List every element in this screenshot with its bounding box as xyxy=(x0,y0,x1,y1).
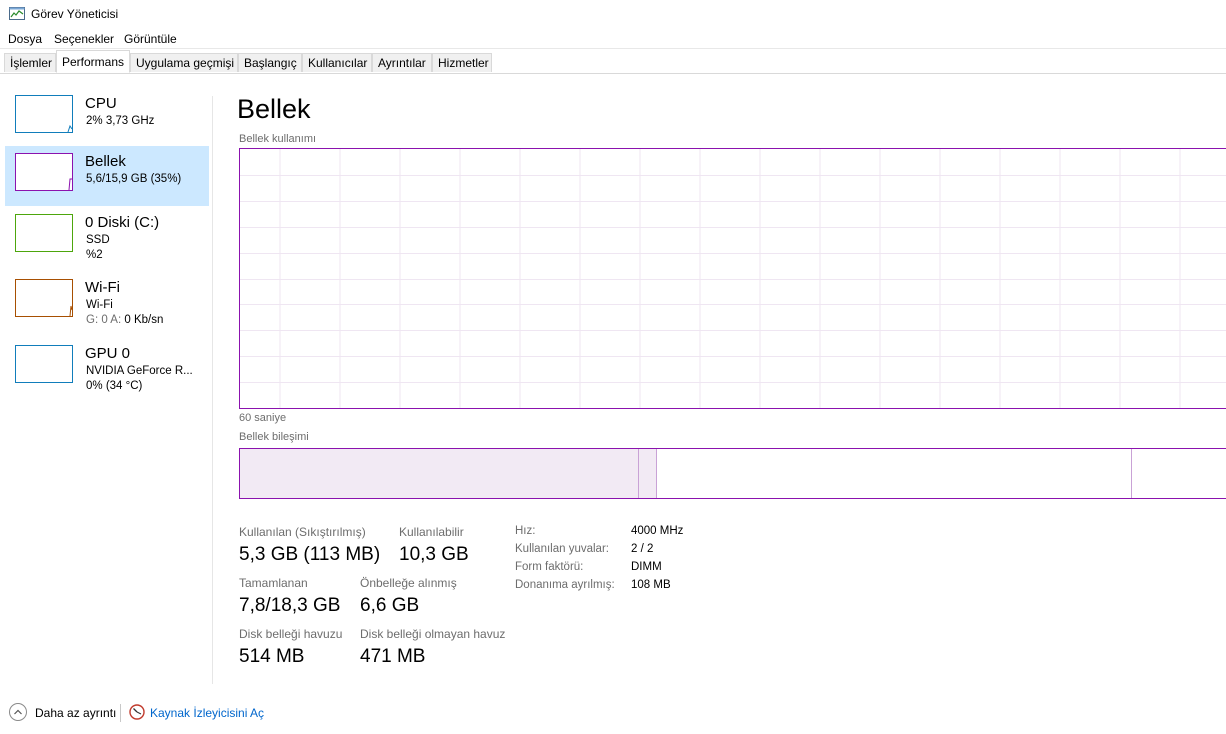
resource-usage: %2 xyxy=(86,249,103,261)
committed-label: Tamamlanan xyxy=(239,576,308,590)
resource-monitor-icon[interactable] xyxy=(129,704,145,720)
tab-details[interactable]: Ayrıntılar xyxy=(372,53,432,72)
tab-app-history[interactable]: Uygulama geçmişi xyxy=(130,53,238,72)
available-label: Kullanılabilir xyxy=(399,525,464,539)
memory-composition-bar xyxy=(239,448,1226,499)
cpu-thumbnail xyxy=(15,95,73,133)
paged-pool-label: Disk belleği havuzu xyxy=(239,627,343,641)
open-resource-monitor-link[interactable]: Kaynak İzleyicisini Aç xyxy=(150,706,264,720)
tab-processes[interactable]: İşlemler xyxy=(4,53,56,72)
composition-in-use[interactable] xyxy=(240,449,639,498)
tab-bar: İşlemler Performans Uygulama geçmişi Baş… xyxy=(0,50,1226,74)
hardware-reserved-value: 108 MB xyxy=(631,579,671,591)
tab-performance[interactable]: Performans xyxy=(56,50,130,73)
speed-value: 4000 MHz xyxy=(631,525,684,537)
paged-pool-value: 514 MB xyxy=(239,646,305,667)
resource-usage: 0% (34 °C) xyxy=(86,380,143,392)
wifi-throughput: 0 Kb/sn xyxy=(124,314,164,326)
tab-users[interactable]: Kullanıcılar xyxy=(302,53,372,72)
task-manager-icon xyxy=(9,7,25,20)
resource-item-cpu[interactable]: CPU 2% 3,73 GHz xyxy=(5,88,209,148)
resource-name: Wi-Fi xyxy=(85,279,120,296)
graph-label: Bellek kullanımı xyxy=(239,133,317,145)
resource-list: CPU 2% 3,73 GHz Bellek 5,6/15,9 GB (35%)… xyxy=(0,88,212,684)
resource-usage: 5,6/15,9 GB (35%) xyxy=(86,173,182,185)
hardware-reserved-label: Donanıma ayrılmış: xyxy=(515,579,615,591)
resource-item-gpu[interactable]: GPU 0 NVIDIA GeForce R... 0% (34 °C) xyxy=(5,338,209,398)
resource-item-disk[interactable]: 0 Diski (C:) SSD %2 xyxy=(5,207,209,267)
composition-free[interactable] xyxy=(1132,449,1226,498)
slots-label: Kullanılan yuvalar: xyxy=(515,543,609,555)
menu-view[interactable]: Görüntüle xyxy=(124,32,177,46)
page-title: Bellek xyxy=(237,94,311,124)
title-bar: Görev Yöneticisi xyxy=(0,0,1226,28)
form-factor-label: Form faktörü: xyxy=(515,561,584,573)
graph-grid xyxy=(240,149,1226,408)
tab-services[interactable]: Hizmetler xyxy=(432,53,492,72)
menu-file[interactable]: Dosya xyxy=(8,32,42,46)
resource-type: SSD xyxy=(86,234,110,246)
cached-value: 6,6 GB xyxy=(360,595,420,616)
resource-usage: 2% 3,73 GHz xyxy=(86,115,155,127)
resource-model: NVIDIA GeForce R... xyxy=(86,365,193,377)
resource-item-memory[interactable]: Bellek 5,6/15,9 GB (35%) xyxy=(5,146,209,206)
tab-startup[interactable]: Başlangıç xyxy=(238,53,302,72)
window-title: Görev Yöneticisi xyxy=(31,7,119,21)
composition-modified[interactable] xyxy=(639,449,657,498)
composition-label: Bellek bileşimi xyxy=(239,431,309,443)
resource-name: CPU xyxy=(85,95,117,112)
used-label: Kullanılan (Sıkıştırılmış) xyxy=(239,525,366,539)
wifi-thumbnail xyxy=(15,279,73,317)
nonpaged-pool-value: 471 MB xyxy=(360,646,426,667)
nonpaged-pool-label: Disk belleği olmayan havuz xyxy=(360,627,506,641)
memory-thumbnail xyxy=(15,153,73,191)
available-value: 10,3 GB xyxy=(399,544,469,565)
resource-name: 0 Diski (C:) xyxy=(85,214,160,231)
resource-name: Bellek xyxy=(85,153,126,170)
gpu-thumbnail xyxy=(15,345,73,383)
menu-options[interactable]: Seçenekler xyxy=(54,32,114,46)
footer: Daha az ayrıntı Kaynak İzleyicisini Aç xyxy=(0,700,1226,728)
resource-usage: G: 0 A: 0 Kb/sn xyxy=(86,314,163,326)
fewer-details-button[interactable]: Daha az ayrıntı xyxy=(35,706,116,720)
chevron-up-icon[interactable] xyxy=(9,703,27,721)
form-factor-value: DIMM xyxy=(631,561,662,573)
speed-label: Hız: xyxy=(515,525,536,537)
wifi-send-receive-label: G: 0 A: xyxy=(86,314,122,326)
resource-item-wifi[interactable]: Wi-Fi Wi-Fi G: 0 A: 0 Kb/sn xyxy=(5,272,209,332)
footer-separator xyxy=(120,704,121,722)
disk-thumbnail xyxy=(15,214,73,252)
resource-name: GPU 0 xyxy=(85,345,131,362)
slots-value: 2 / 2 xyxy=(631,543,654,555)
menu-bar: Dosya Seçenekler Görüntüle xyxy=(0,29,1226,49)
resource-adapter: Wi-Fi xyxy=(86,299,113,311)
time-label: 60 saniye xyxy=(239,412,287,424)
used-value: 5,3 GB (113 MB) xyxy=(239,544,381,565)
composition-standby[interactable] xyxy=(657,449,1132,498)
committed-value: 7,8/18,3 GB xyxy=(239,595,341,616)
memory-usage-graph xyxy=(239,148,1226,409)
sidebar-divider[interactable] xyxy=(212,96,213,684)
cached-label: Önbelleğe alınmış xyxy=(360,576,457,590)
